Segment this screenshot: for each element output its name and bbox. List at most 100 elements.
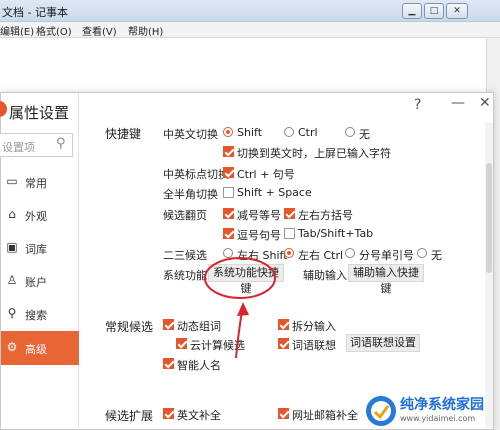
width-switch-label: 全半角切换 (163, 188, 218, 201)
second-third-label: 二三候选 (163, 249, 207, 262)
assist-input-hotkey-button[interactable]: 辅助输入快捷键 (348, 264, 424, 295)
search-placeholder: 设置项 (2, 141, 35, 154)
word-association-label: 词语联想 (292, 339, 336, 352)
dynamic-words-label: 动态组词 (177, 320, 221, 333)
notepad-title: 文档 - 记事本 (2, 6, 68, 19)
shift-space-label: Shift + Space (237, 186, 312, 199)
notepad-titlebar: 文档 - 记事本 ▁ □ ✕ (0, 0, 500, 22)
checkbox-minus-equal[interactable] (223, 208, 234, 219)
checkbox-dynamic-words[interactable] (163, 319, 174, 330)
radio-none-2[interactable] (417, 248, 427, 258)
lr-ctrl-label: 左右 Ctrl (298, 249, 344, 262)
checkbox-ctrl-period[interactable] (223, 167, 234, 178)
radio-ctrl-label: Ctrl (298, 126, 318, 139)
dialog-title: 属性设置 (9, 104, 70, 122)
notepad-close-button[interactable]: ✕ (446, 3, 468, 19)
section-hotkeys: 快捷键 (105, 127, 142, 141)
section-common-candidates: 常规候选 (105, 320, 154, 334)
radio-lr-ctrl[interactable] (284, 248, 294, 258)
radio-none-label: 无 (359, 128, 370, 141)
sidebar-item-label: 账户 (25, 276, 47, 289)
gear-icon: ⚙ (6, 340, 18, 354)
radio-none[interactable] (345, 127, 355, 137)
notepad-text-area[interactable] (0, 38, 500, 92)
word-association-settings-button[interactable]: 词语联想设置 (346, 334, 420, 352)
watermark-title: 纯净系统家园 (400, 397, 484, 413)
commit-on-switch-label: 切换到英文时，上屏已输入字符 (237, 147, 391, 160)
search-icon[interactable]: ⚲ (56, 136, 66, 151)
system-function-label: 系统功能 (163, 269, 207, 282)
radio-shift-label: Shift (237, 126, 263, 139)
sidebar-item-account[interactable]: ♙ 账户 (1, 264, 79, 298)
menu-help[interactable]: 帮助(H) (128, 23, 163, 38)
minus-equal-label: 减号等号 (237, 209, 281, 222)
app-logo-icon (0, 101, 7, 117)
help-button[interactable]: ? (414, 97, 421, 113)
semicolon-quote-label: 分号单引号 (359, 249, 414, 262)
watermark-logo-icon (366, 396, 396, 426)
checkbox-split-input[interactable] (278, 319, 289, 330)
checkbox-brackets[interactable] (284, 208, 295, 219)
checkbox-cloud-candidates[interactable] (176, 338, 187, 349)
comma-period-label: 逗号句号 (237, 229, 281, 242)
sidebar-item-common[interactable]: ▭ 常用 (1, 165, 79, 199)
checkbox-url-email-completion[interactable] (278, 408, 289, 419)
sidebar-item-label: 搜索 (25, 309, 47, 322)
split-input-label: 拆分输入 (292, 320, 336, 333)
sidebar-item-advanced[interactable]: ⚙ 高级 (1, 331, 79, 365)
shirt-icon: ⌂ (8, 207, 16, 221)
sidebar-item-lexicon[interactable]: ▣ 词库 (1, 231, 79, 265)
checkbox-tab[interactable] (284, 228, 295, 239)
assist-input-label: 辅助输入 (303, 269, 347, 282)
paging-label: 候选翻页 (163, 209, 207, 222)
url-email-completion-label: 网址邮箱补全 (292, 409, 358, 422)
close-button[interactable]: ✕ (479, 95, 491, 111)
search-icon: ⚲ (7, 306, 17, 320)
cn-en-switch-label: 中英文切换 (163, 128, 218, 141)
none-2-label: 无 (431, 249, 442, 262)
menu-edit[interactable]: 编辑(E) (0, 23, 34, 38)
sidebar-item-search[interactable]: ⚲ 搜索 (1, 297, 79, 331)
radio-lr-shift[interactable] (223, 248, 233, 258)
menu-view[interactable]: 查看(V) (82, 23, 117, 38)
english-completion-label: 英文补全 (177, 409, 221, 422)
sidebar-item-appearance[interactable]: ⌂ 外观 (1, 198, 79, 232)
brackets-label: 左右方括号 (298, 209, 353, 222)
checkbox-comma-period[interactable] (223, 228, 234, 239)
notepad-menubar: 编辑(E) 格式(O) 查看(V) 帮助(H) (0, 22, 500, 38)
radio-shift[interactable] (223, 127, 233, 137)
monitor-icon: ▭ (6, 174, 18, 188)
checkbox-smart-names[interactable] (163, 358, 174, 369)
settings-sidebar: 属性设置 设置项 ⚲ ▭ 常用 ⌂ 外观 ▣ 词库 ♙ 账户 ⚲ 搜索 ⚙ 高级 (0, 93, 79, 430)
book-icon: ▣ (6, 240, 18, 254)
punct-switch-label: 中英标点切换 (163, 168, 229, 181)
menu-format[interactable]: 格式(O) (36, 23, 72, 38)
scrollbar-thumb[interactable] (486, 163, 492, 273)
notepad-maximize-button[interactable]: □ (424, 3, 444, 19)
content-scrollbar[interactable] (485, 123, 493, 428)
checkbox-word-association[interactable] (278, 338, 289, 349)
sidebar-item-label: 外观 (25, 210, 47, 223)
checkbox-commit-on-switch[interactable] (223, 146, 234, 157)
checkbox-shift-space[interactable] (223, 187, 234, 198)
system-function-hotkey-button[interactable]: 系统功能快捷键 (208, 264, 284, 295)
watermark-url: www.yidaimei.com (400, 414, 476, 423)
watermark: 纯净系统家园 www.yidaimei.com (362, 392, 500, 430)
sidebar-item-label: 常用 (25, 177, 47, 190)
lr-shift-label: 左右 Shift (237, 249, 288, 262)
sidebar-item-label: 高级 (25, 343, 47, 356)
checkbox-english-completion[interactable] (163, 408, 174, 419)
settings-search-input[interactable]: 设置项 ⚲ (0, 133, 73, 157)
radio-semicolon-quote[interactable] (345, 248, 355, 258)
minimize-button[interactable]: — (451, 95, 465, 111)
sidebar-item-label: 词库 (25, 243, 47, 256)
tab-label: Tab/Shift+Tab (298, 227, 374, 240)
smart-names-label: 智能人名 (177, 359, 221, 372)
notepad-minimize-button[interactable]: ▁ (402, 3, 422, 19)
settings-dialog: 属性设置 设置项 ⚲ ▭ 常用 ⌂ 外观 ▣ 词库 ♙ 账户 ⚲ 搜索 ⚙ 高级 (0, 92, 494, 430)
user-icon: ♙ (6, 273, 18, 287)
radio-ctrl[interactable] (284, 127, 294, 137)
cloud-candidates-label: 云计算候选 (190, 339, 245, 352)
ctrl-period-label: Ctrl + 句号 (237, 168, 295, 181)
section-candidate-extension: 候选扩展 (105, 409, 154, 423)
